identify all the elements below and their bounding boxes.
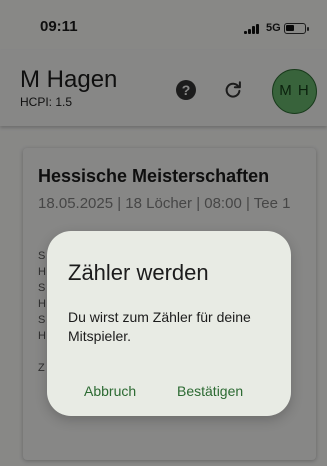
scorer-dialog: Zähler werden Du wirst zum Zähler für de… xyxy=(47,231,291,416)
dialog-title: Zähler werden xyxy=(68,260,209,285)
dialog-message: Du wirst zum Zähler für deine Mitspieler… xyxy=(68,309,251,344)
confirm-button[interactable]: Bestätigen xyxy=(177,383,243,399)
cancel-button[interactable]: Abbruch xyxy=(84,383,136,399)
